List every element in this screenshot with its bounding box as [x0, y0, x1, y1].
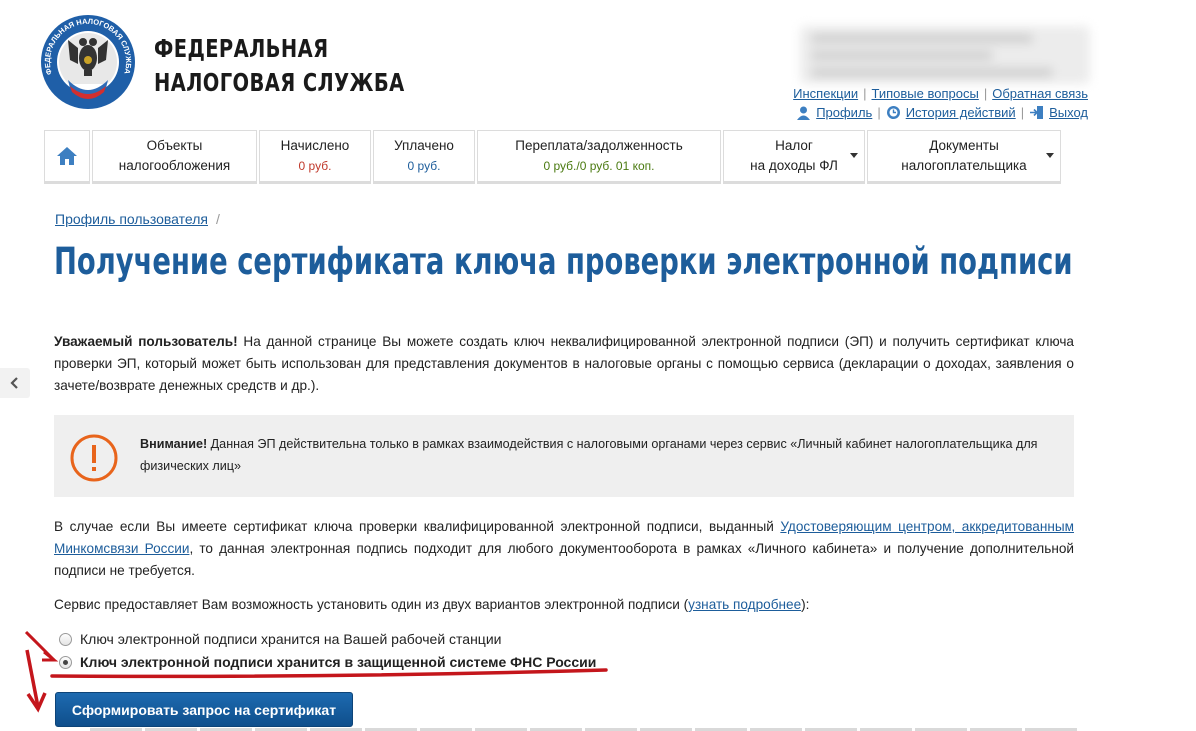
- service-text2: ):: [801, 597, 810, 612]
- nav-documents-label2: налогоплательщика: [901, 158, 1027, 173]
- qualified-paragraph: В случае если Вы имеете сертификат ключа…: [54, 516, 1074, 582]
- radio-workstation[interactable]: [59, 632, 72, 646]
- nav-income-tax-label1: Налог: [775, 138, 813, 153]
- user-links: Профиль | История действий | Выход: [796, 105, 1088, 120]
- chevron-down-icon: [1046, 153, 1054, 158]
- page-title: Получение сертификата ключа проверки эле…: [54, 240, 1073, 283]
- nav-accrued[interactable]: Начислено 0 руб.: [259, 130, 371, 184]
- home-icon: [57, 147, 77, 165]
- notice-text: Внимание! Данная ЭП действительна только…: [140, 433, 1055, 477]
- profile-icon: [797, 106, 811, 120]
- user-info-redacted: [800, 26, 1090, 84]
- history-icon: [886, 106, 900, 119]
- chevron-left-icon: [10, 377, 18, 389]
- nav-tax-objects-label2: налогообложения: [118, 158, 231, 173]
- nav-paid[interactable]: Уплачено 0 руб.: [373, 130, 475, 184]
- notice-bold: Внимание!: [140, 437, 208, 451]
- link-feedback[interactable]: Обратная связь: [992, 86, 1088, 101]
- link-logout[interactable]: Выход: [1049, 105, 1088, 120]
- link-faq[interactable]: Типовые вопросы: [872, 86, 979, 101]
- nav-paid-label: Уплачено: [394, 138, 454, 153]
- service-paragraph: Сервис предоставляет Вам возможность уст…: [54, 594, 1074, 616]
- link-profile[interactable]: Профиль: [816, 105, 872, 120]
- qualified-text1: В случае если Вы имеете сертификат ключа…: [54, 519, 781, 534]
- brand-name: ФЕДЕРАЛЬНАЯ НАЛОГОВАЯ СЛУЖБА: [154, 32, 405, 100]
- annotation-arrowhead-1: [42, 650, 59, 662]
- create-request-button[interactable]: Сформировать запрос на сертификат: [55, 692, 353, 727]
- annotation-arrowhead-2: [26, 692, 47, 713]
- annotation-arrow-1: [24, 630, 56, 662]
- nav-tax-objects-label1: Объекты: [146, 138, 203, 153]
- brand-line-1: ФЕДЕРАЛЬНАЯ: [154, 34, 329, 63]
- option-fns-system-label: Ключ электронной подписи хранится в защи…: [80, 654, 597, 670]
- nav-income-tax-label2: на доходы ФЛ: [750, 158, 838, 173]
- nav-accrued-label: Начислено: [280, 138, 350, 153]
- nav-tax-objects[interactable]: Объекты налогообложения: [92, 130, 257, 184]
- exclamation-icon: [70, 434, 118, 482]
- qualified-text2: , то данная электронная подпись подходит…: [54, 541, 1074, 578]
- brand-line-2: НАЛОГОВАЯ СЛУЖБА: [154, 68, 405, 97]
- link-inspections[interactable]: Инспекции: [793, 86, 858, 101]
- nav-documents-label1: Документы: [929, 138, 999, 153]
- breadcrumb-separator: /: [215, 211, 220, 227]
- logout-icon: [1030, 106, 1044, 119]
- annotation-arrow-2: [25, 649, 40, 708]
- intro-bold: Уважаемый пользователь!: [54, 334, 238, 349]
- nav-income-tax[interactable]: Налог на доходы ФЛ: [723, 130, 865, 184]
- sidebar-toggle[interactable]: [0, 368, 30, 398]
- nav-home[interactable]: [44, 130, 90, 184]
- learn-more-link[interactable]: узнать подробнее: [688, 597, 801, 612]
- notice-body: Данная ЭП действительна только в рамках …: [140, 437, 1038, 473]
- option-workstation-label: Ключ электронной подписи хранится на Ваш…: [80, 631, 502, 647]
- nav-paid-value: 0 руб.: [407, 159, 441, 173]
- top-links: Инспекции | Типовые вопросы | Обратная связь: [793, 86, 1088, 101]
- nav-accrued-value: 0 руб.: [298, 159, 332, 173]
- link-history[interactable]: История действий: [906, 105, 1016, 120]
- option-workstation[interactable]: Ключ электронной подписи хранится на Ваш…: [59, 631, 501, 647]
- intro-paragraph: Уважаемый пользователь! На данной страни…: [54, 331, 1074, 397]
- radio-fns-system[interactable]: [59, 655, 72, 669]
- nav-balance-value: 0 руб./0 руб. 01 коп.: [543, 159, 655, 173]
- nav-documents[interactable]: Документы налогоплательщика: [867, 130, 1061, 184]
- option-fns-system[interactable]: Ключ электронной подписи хранится в защи…: [59, 654, 596, 670]
- annotation-underline: [50, 668, 608, 679]
- fns-logo: ФЕДЕРАЛЬНАЯ НАЛОГОВАЯ СЛУЖБА: [41, 15, 135, 109]
- chevron-down-icon: [850, 153, 858, 158]
- nav-balance[interactable]: Переплата/задолженность 0 руб./0 руб. 01…: [477, 130, 721, 184]
- breadcrumb: Профиль пользователя /: [55, 211, 220, 227]
- nav-balance-label: Переплата/задолженность: [515, 138, 683, 153]
- notice-box: Внимание! Данная ЭП действительна только…: [54, 415, 1074, 497]
- service-text1: Сервис предоставляет Вам возможность уст…: [54, 597, 689, 612]
- main-nav: Объекты налогообложения Начислено 0 руб.…: [44, 130, 1063, 184]
- breadcrumb-profile-link[interactable]: Профиль пользователя: [55, 211, 208, 227]
